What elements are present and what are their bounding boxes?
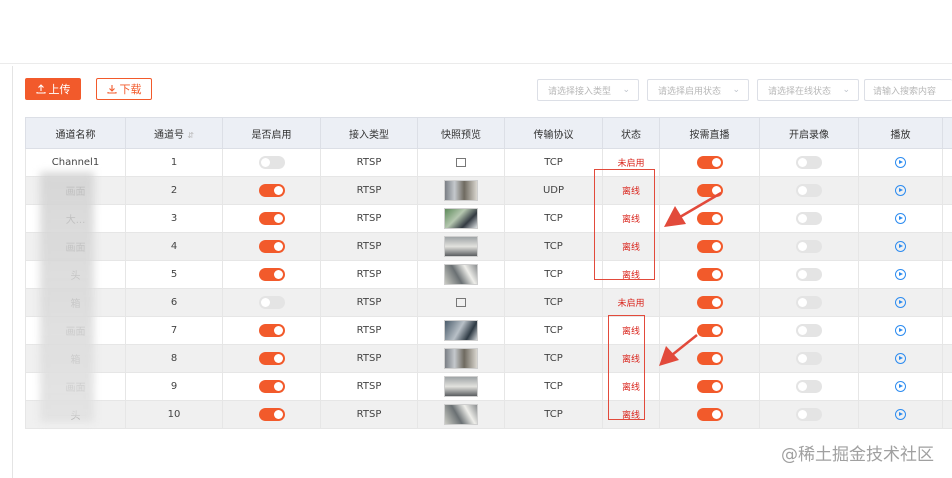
annotation-arrow-2 <box>659 334 698 366</box>
annotation-arrows <box>659 191 722 366</box>
watermark: @稀土掘金技术社区 <box>781 445 934 465</box>
annotation-arrow-1 <box>664 191 722 227</box>
